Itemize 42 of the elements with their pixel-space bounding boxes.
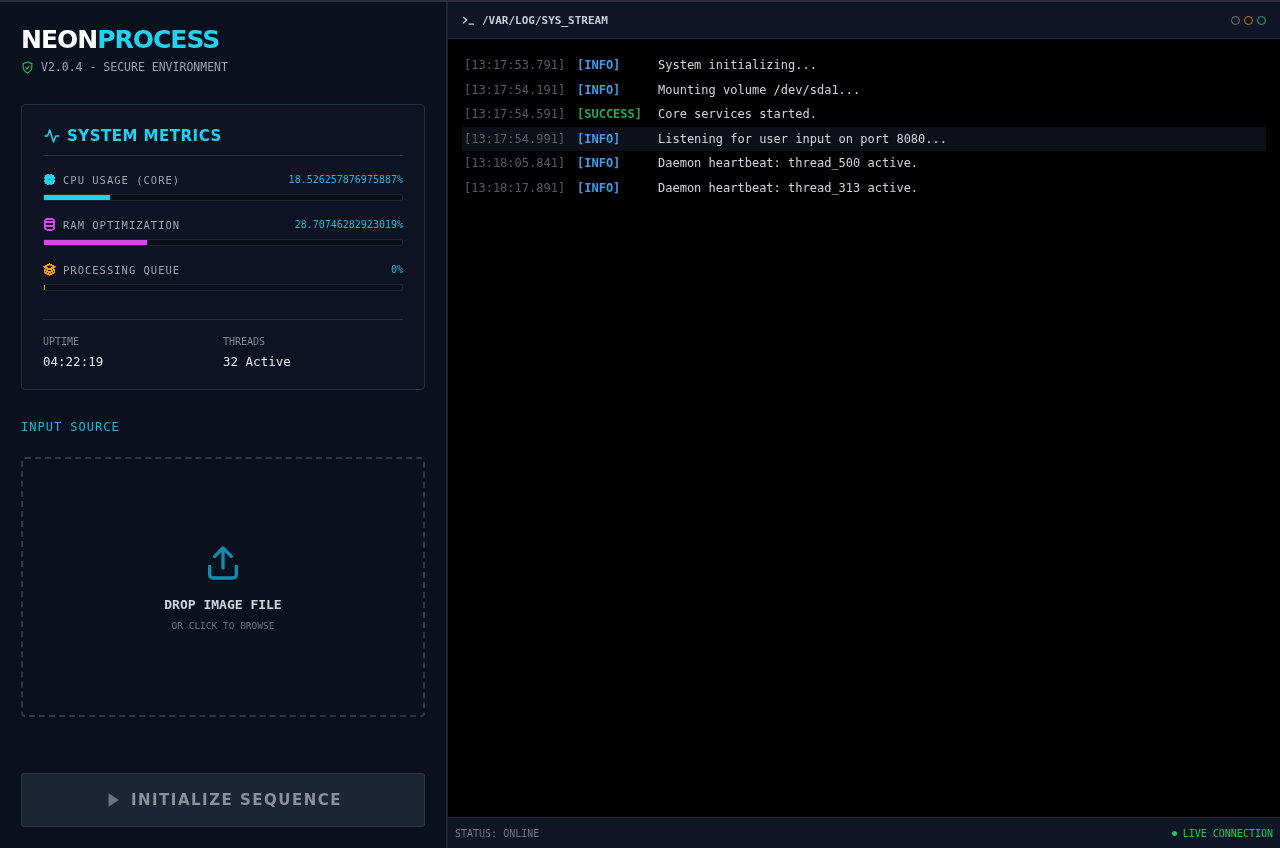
log-time: [13:18:05.841] — [464, 156, 567, 171]
connection-text: LIVE CONNECTION — [1182, 827, 1273, 839]
log-message: Listening for user input on port 8080... — [658, 131, 947, 146]
stat-value: 04:22:19 — [43, 354, 105, 369]
terminal-prompt-icon — [462, 15, 475, 25]
version-text: V2.0.4 - SECURE ENVIRONMENT — [41, 60, 228, 74]
drop-hint: OR CLICK TO BROWSE — [171, 620, 275, 631]
log-time: [13:18:17.891] — [464, 180, 567, 195]
log-message: System initializing... — [658, 58, 817, 73]
metric-value: 28.70746282923019% — [294, 219, 403, 230]
stat-value: 32 Active — [223, 354, 292, 369]
log-level: [INFO] — [577, 82, 622, 97]
log-message: Daemon heartbeat: thread_500 active. — [658, 156, 919, 171]
metric-value: 18.526257876975887% — [288, 174, 403, 185]
drop-zone[interactable]: DROP IMAGE FILE OR CLICK TO BROWSE — [21, 457, 425, 717]
metric-label: PROCESSING QUEUE — [63, 263, 181, 276]
log-message: Daemon heartbeat: thread_313 active. — [658, 180, 919, 195]
log-level: [SUCCESS] — [577, 107, 644, 122]
metric-label: RAM OPTIMIZATION — [63, 218, 181, 231]
metric-value: 0% — [390, 264, 403, 275]
stat-label: THREADS — [223, 336, 267, 347]
log-level: [INFO] — [577, 131, 622, 146]
log-level: [INFO] — [577, 180, 622, 195]
terminal-path: /VAR/LOG/SYS_STREAM — [482, 13, 608, 27]
log-message: Core services started. — [658, 107, 817, 122]
status-text: STATUS: ONLINE — [455, 827, 540, 839]
live-dot-icon — [1171, 830, 1177, 836]
log-time: [13:17:53.791] — [464, 58, 567, 73]
metric-label: CPU USAGE (CORE) — [63, 173, 181, 186]
pulse-icon — [43, 127, 61, 145]
app-logo: NEONPROCESS — [21, 26, 221, 54]
log-message: Mounting volume /dev/sda1... — [658, 82, 861, 97]
shield-check-icon — [21, 60, 34, 74]
log-level: [INFO] — [577, 156, 622, 171]
log-time: [13:17:54.591] — [464, 107, 567, 122]
log-level: [INFO] — [577, 58, 622, 73]
log-time: [13:17:54.191] — [464, 82, 567, 97]
stat-label: UPTIME — [43, 336, 81, 347]
log-time: [13:17:54.991] — [464, 131, 567, 146]
drop-title: DROP IMAGE FILE — [164, 597, 282, 612]
card-title: SYSTEM METRICS — [67, 127, 222, 145]
section-heading: INPUT SOURCE — [21, 420, 121, 434]
